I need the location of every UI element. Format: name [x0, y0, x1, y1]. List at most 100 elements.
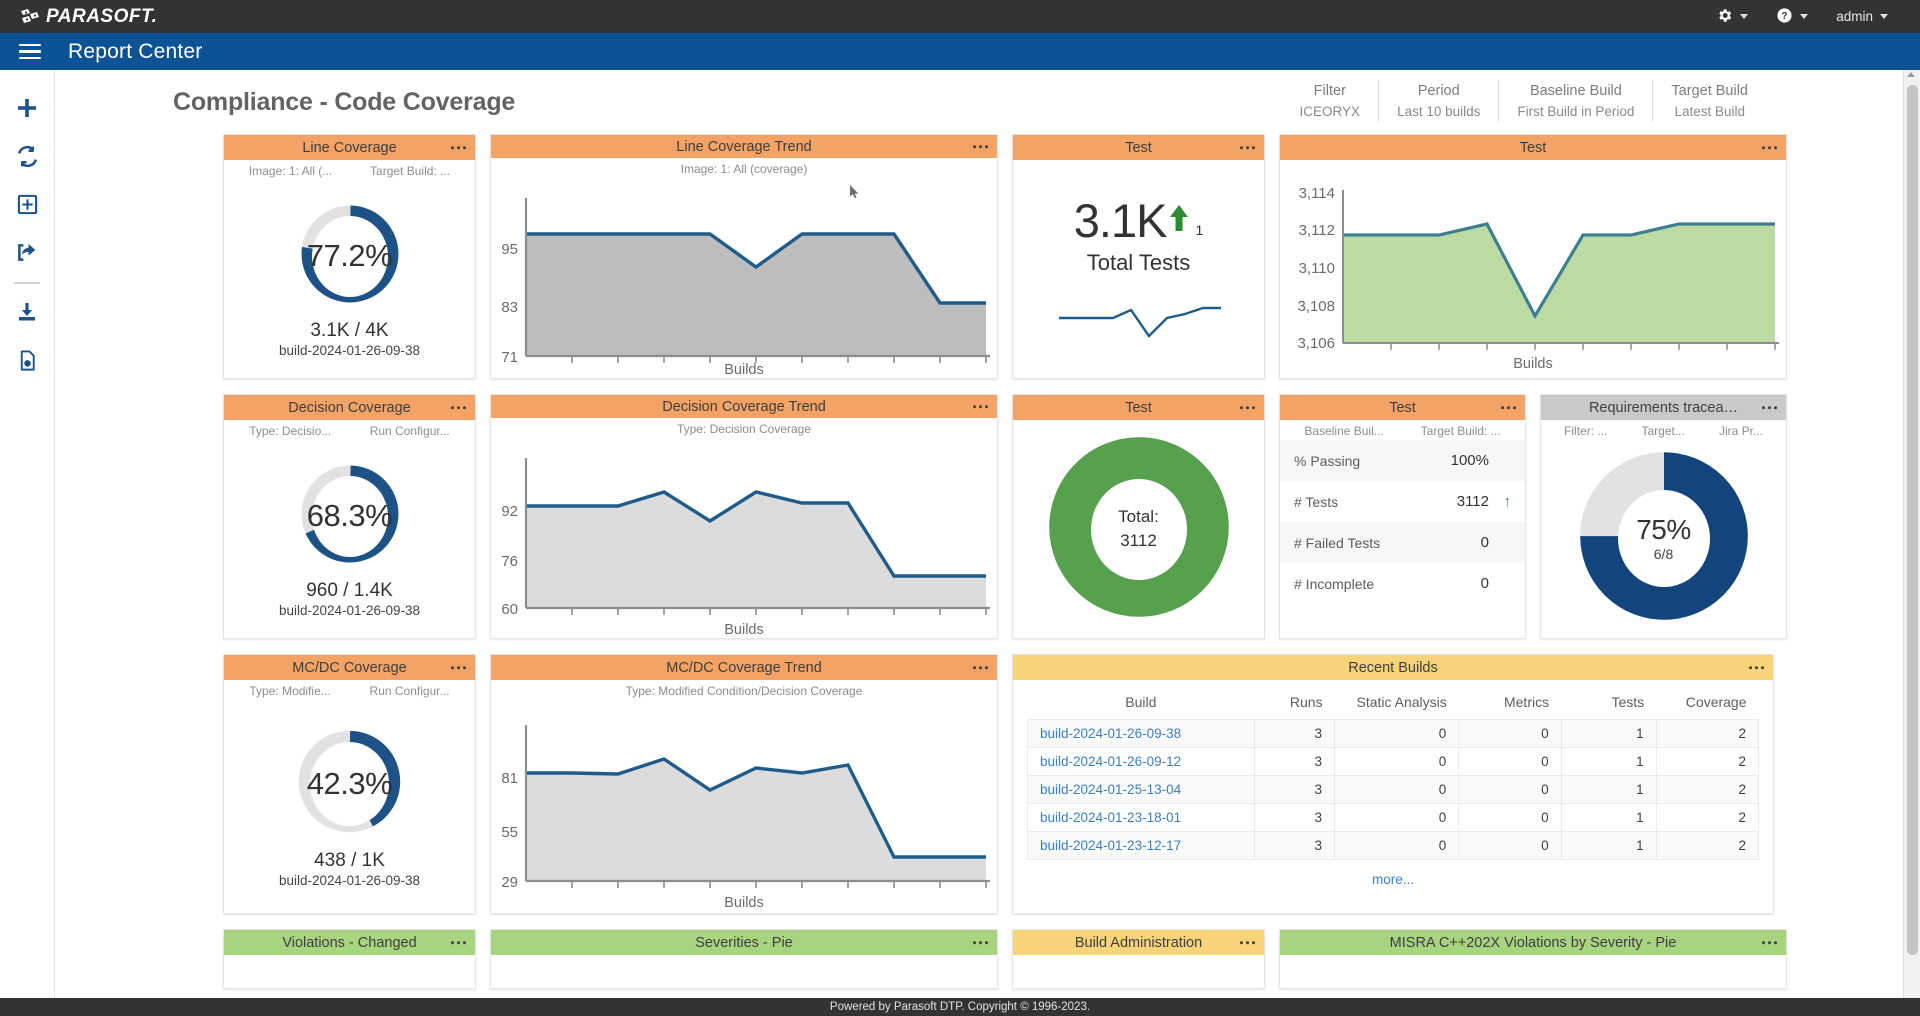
filter-target-build[interactable]: Target Build Latest Build [1653, 80, 1766, 122]
cell-runs: 3 [1254, 776, 1334, 804]
widget-menu-icon[interactable] [1501, 406, 1516, 409]
widget-title: Line Coverage [302, 140, 396, 156]
widget-menu-icon[interactable] [1749, 666, 1764, 669]
filter-baseline-build[interactable]: Baseline Build First Build in Period [1499, 80, 1653, 122]
table-row: build-2024-01-26-09-38 3 0 0 1 2 [1028, 720, 1759, 748]
build-link[interactable]: build-2024-01-26-09-12 [1040, 754, 1181, 769]
filter-period[interactable]: Period Last 10 builds [1379, 80, 1499, 122]
widget-title: Requirements tracea… [1589, 400, 1738, 416]
add-box-icon[interactable] [7, 180, 47, 228]
svg-text:3,108: 3,108 [1297, 298, 1335, 315]
build-link[interactable]: build-2024-01-23-12-17 [1040, 838, 1181, 853]
widget-menu-icon[interactable] [973, 405, 988, 408]
vertical-scrollbar[interactable] [1903, 70, 1920, 1000]
widget-menu-icon[interactable] [451, 146, 466, 149]
widget-body: 68.3% 960 / 1.4K build-2024-01-26-09-38 [224, 438, 475, 638]
brand-text: PARASOFT. [46, 6, 157, 28]
widget-menu-icon[interactable] [1240, 406, 1255, 409]
trend-arrow-icon: ↑ [1489, 493, 1511, 510]
svg-text:92: 92 [501, 503, 518, 520]
requirements-traceability-donut[interactable]: 75% 6/8 [1580, 452, 1748, 625]
column-coverage: Coverage [1656, 686, 1758, 720]
table-row: build-2024-01-23-12-17 3 0 0 1 2 [1028, 832, 1759, 860]
widget-title: Severities - Pie [695, 935, 793, 951]
help-menu[interactable]: ? [1762, 0, 1822, 33]
line-coverage-trend-chart[interactable]: 95 83 71 [494, 176, 994, 366]
widget-menu-icon[interactable] [973, 666, 988, 669]
plus-icon[interactable] [7, 84, 47, 132]
mcdc-coverage-trend-chart[interactable]: 81 55 29 [494, 701, 994, 901]
widget-title: Test [1520, 140, 1547, 156]
subheader-right: Run Configur... [370, 424, 450, 438]
scroll-up-arrow-icon[interactable] [1907, 72, 1915, 77]
decision-coverage-donut[interactable]: 68.3% [295, 459, 405, 574]
svg-text:55: 55 [501, 824, 518, 841]
brand-logo[interactable]: PARASOFT. [20, 6, 157, 28]
widget-header: Recent Builds [1013, 655, 1773, 680]
widget-menu-icon[interactable] [1762, 146, 1777, 149]
build-link[interactable]: build-2024-01-23-18-01 [1040, 810, 1181, 825]
filter-label: Baseline Build [1517, 80, 1634, 102]
widget-header: MC/DC Coverage Trend [491, 655, 997, 680]
widget-menu-icon[interactable] [1240, 941, 1255, 944]
widget-header: Line Coverage [224, 135, 475, 160]
user-menu[interactable]: admin [1822, 0, 1902, 33]
build-link[interactable]: build-2024-01-26-09-38 [1040, 726, 1181, 741]
metric-label: # Incomplete [1294, 576, 1374, 592]
cell-static-analysis: 0 [1335, 720, 1459, 748]
build-link[interactable]: build-2024-01-25-13-04 [1040, 782, 1181, 797]
up-arrow-icon [1168, 202, 1190, 239]
widget-test-summary: Test Baseline Buil... Target Build: ... … [1279, 394, 1526, 639]
widget-menu-icon[interactable] [451, 406, 466, 409]
total-tests-delta: 1 [1195, 222, 1203, 238]
widget-menu-icon[interactable] [451, 941, 466, 944]
page-footer: Powered by Parasoft DTP. Copyright © 199… [0, 998, 1920, 1016]
cell-static-analysis: 0 [1335, 804, 1459, 832]
top-bar: PARASOFT. ? admin [0, 0, 1920, 33]
donut-build: build-2024-01-26-09-38 [279, 873, 420, 888]
widget-menu-icon[interactable] [973, 941, 988, 944]
mcdc-coverage-donut[interactable]: 42.3% [292, 724, 407, 844]
widget-menu-icon[interactable] [451, 666, 466, 669]
scrollbar-thumb[interactable] [1907, 85, 1918, 955]
test-trend-chart[interactable]: 3,114 3,112 3,110 3,108 3,106 [1283, 172, 1783, 362]
filter-filter[interactable]: Filter ICEORYX [1282, 80, 1380, 122]
widget-misra-violations-pie: MISRA C++202X Violations by Severity - P… [1279, 929, 1787, 989]
report-file-icon[interactable] [7, 336, 47, 384]
widget-body: 81 55 29 [491, 698, 997, 913]
download-icon[interactable] [7, 288, 47, 336]
cell-tests: 1 [1561, 804, 1656, 832]
refresh-icon[interactable] [7, 132, 47, 180]
widget-menu-icon[interactable] [1762, 406, 1777, 409]
line-coverage-donut[interactable]: 77.2% [295, 199, 405, 314]
donut-build: build-2024-01-26-09-38 [279, 343, 420, 358]
widget-menu-icon[interactable] [1762, 941, 1777, 944]
cell-coverage: 2 [1656, 832, 1758, 860]
total-tests-label: Total Tests [1087, 250, 1191, 276]
svg-text:95: 95 [501, 241, 518, 258]
decision-coverage-trend-chart[interactable]: 92 76 60 [494, 436, 994, 626]
donut-caption: 438 / 1K [314, 850, 385, 872]
table-header-row: Build Runs Static Analysis Metrics Tests… [1028, 686, 1759, 720]
cell-metrics: 0 [1459, 804, 1561, 832]
widget-menu-icon[interactable] [973, 145, 988, 148]
widget-body: 92 76 60 [491, 436, 997, 638]
widget-header: Decision Coverage [224, 395, 475, 420]
widget-header: Decision Coverage Trend [491, 395, 997, 418]
share-icon[interactable] [7, 228, 47, 276]
subheader-jira: Jira Pr... [1719, 424, 1763, 438]
hamburger-icon[interactable] [19, 44, 41, 60]
cell-metrics: 0 [1459, 748, 1561, 776]
list-item: # Incomplete 0 [1280, 563, 1525, 604]
donut-caption: 960 / 1.4K [306, 580, 393, 602]
cell-runs: 3 [1254, 804, 1334, 832]
cell-metrics: 0 [1459, 832, 1561, 860]
subheader-text: Type: Decision Coverage [677, 422, 811, 436]
test-donut[interactable]: Total: 3112 [1049, 437, 1229, 622]
more-link[interactable]: more... [1027, 860, 1759, 893]
settings-menu[interactable] [1702, 0, 1762, 33]
widget-mcdc-coverage: MC/DC Coverage Type: Modifie... Run Conf… [223, 654, 476, 914]
widget-build-administration: Build Administration [1012, 929, 1265, 989]
total-tests-value-row: 3.1K 1 [1074, 193, 1203, 248]
widget-menu-icon[interactable] [1240, 146, 1255, 149]
